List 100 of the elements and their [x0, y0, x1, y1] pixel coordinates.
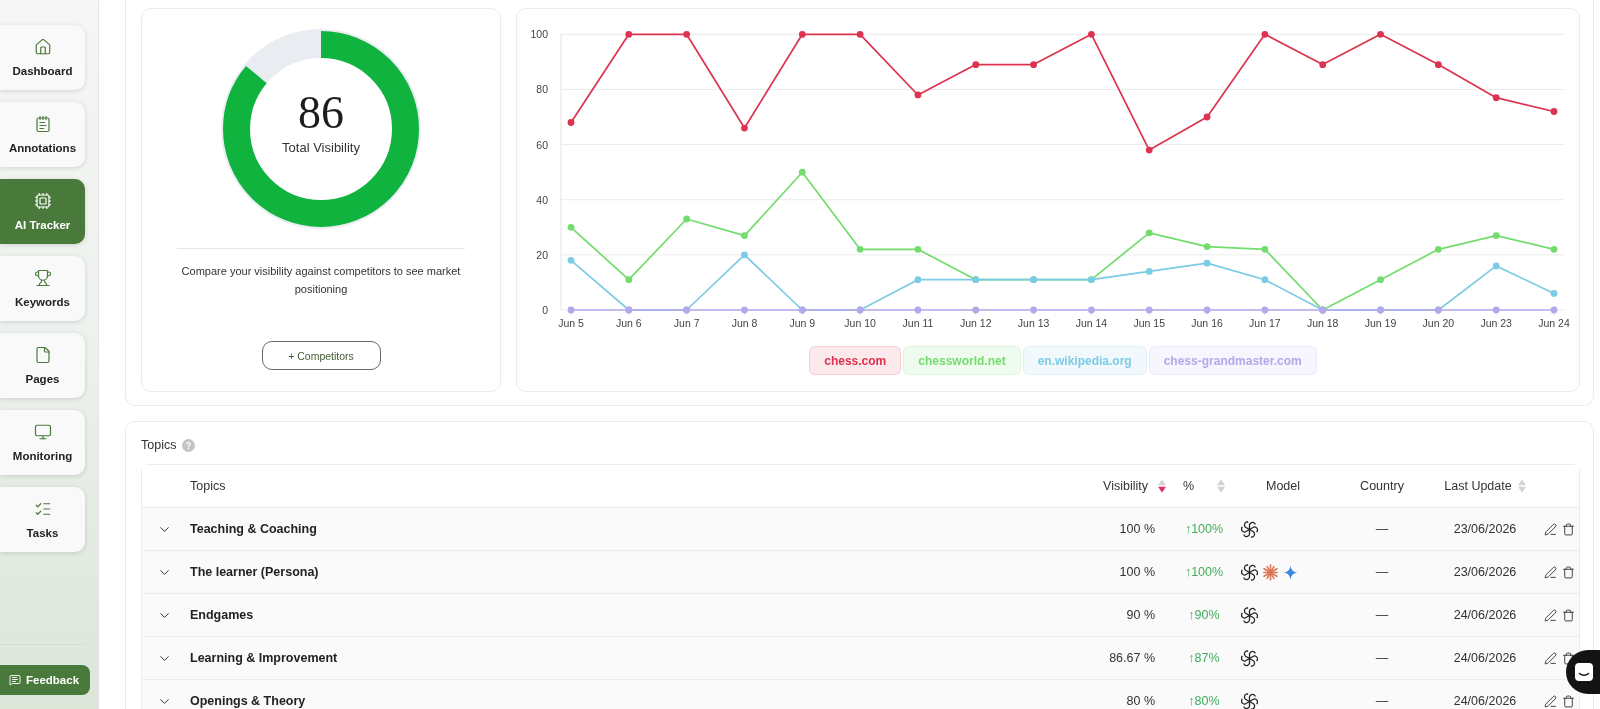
x-axis-label: Jun 23: [1480, 317, 1512, 329]
trash-icon[interactable]: [1562, 608, 1575, 622]
data-point: [798, 30, 806, 38]
edit-icon[interactable]: [1544, 522, 1557, 536]
data-point: [1550, 290, 1558, 297]
nav-item[interactable]: Tasks: [0, 487, 85, 552]
x-axis-label: Jun 5: [558, 317, 584, 329]
data-point: [1550, 306, 1558, 314]
column-header[interactable]: Last Update: [1435, 465, 1535, 507]
table-cell-text: —: [1374, 651, 1390, 665]
data-point: [741, 232, 748, 239]
x-axis-label: Jun 11: [902, 317, 934, 329]
data-point: [1088, 30, 1095, 38]
topic-name: Teaching & Coaching: [189, 522, 318, 536]
visibility-score: 86: [298, 89, 344, 136]
x-axis-label: Jun 18: [1306, 317, 1339, 329]
data-point: [741, 251, 748, 259]
x-axis-label: Jun 16: [1191, 317, 1223, 329]
x-axis-label: Jun 19: [1364, 317, 1397, 329]
x-axis-label: Jun 24: [1538, 317, 1570, 329]
data-point: [683, 30, 691, 38]
data-point: [1088, 306, 1095, 314]
trash-icon[interactable]: [1562, 694, 1575, 708]
sparkle-icon: [1283, 564, 1298, 580]
x-axis-label: Jun 7: [673, 317, 700, 329]
data-point: [1261, 306, 1269, 314]
data-point: [972, 306, 980, 314]
trophy-icon: [33, 269, 52, 287]
x-axis-label: Jun 10: [844, 317, 876, 329]
data-point: [856, 30, 864, 38]
data-point: [1434, 245, 1442, 253]
x-axis-label: Jun 15: [1133, 317, 1165, 329]
x-axis-label: Jun 14: [1075, 317, 1108, 329]
card-description: Compare your visibility against competitors to see market positioning: [180, 264, 462, 297]
add-competitors-button[interactable]: + Competitors: [261, 341, 381, 370]
monitor-icon: [33, 423, 52, 441]
feedback-button[interactable]: Feedback: [0, 665, 90, 695]
y-axis-label: 0: [542, 304, 548, 316]
edit-icon[interactable]: [1544, 694, 1557, 708]
table-cell-text: —: [1374, 694, 1390, 708]
nav-item[interactable]: AI Tracker: [0, 179, 85, 244]
edit-icon[interactable]: [1544, 565, 1557, 579]
data-point: [567, 223, 575, 231]
change-value: ↑87%: [1187, 651, 1221, 665]
table-cell-text: —: [1374, 565, 1390, 579]
checklist-icon: [33, 500, 52, 518]
data-point: [683, 215, 691, 223]
y-axis-label: 80: [536, 83, 548, 96]
data-point: [1319, 61, 1327, 69]
file-icon: [33, 346, 52, 364]
data-point: [1261, 30, 1269, 38]
data-point: [1377, 276, 1384, 284]
table-cell-text: —: [1374, 608, 1390, 622]
legend-item[interactable]: chess.com: [809, 346, 902, 375]
data-point: [856, 245, 864, 253]
trash-icon[interactable]: [1562, 651, 1575, 665]
nav-item[interactable]: Dashboard: [0, 25, 85, 90]
data-point: [1261, 245, 1269, 253]
swirl-icon: [1241, 692, 1258, 709]
swirl-icon: [1241, 563, 1258, 581]
chip-icon: [33, 192, 52, 210]
data-point: [567, 306, 575, 314]
column-header[interactable]: %: [1171, 465, 1237, 507]
change-value: ↑100%: [1183, 565, 1225, 579]
panel-title: Topics: [141, 438, 177, 452]
table-cell-text: 80 %: [1125, 694, 1156, 708]
data-point: [1492, 306, 1500, 314]
swirl-icon: [1241, 520, 1258, 538]
table-cell-text: —: [1374, 522, 1390, 536]
table-cell-text: 24/06/2026: [1452, 651, 1518, 665]
swirl-icon: [1241, 649, 1258, 667]
data-point: [1434, 61, 1442, 69]
x-axis-label: Jun 6: [616, 317, 642, 329]
data-point: [914, 306, 922, 314]
trash-icon[interactable]: [1562, 565, 1575, 579]
column-header[interactable]: Visibility: [1074, 465, 1171, 507]
table-cell-text: 24/06/2026: [1452, 608, 1518, 622]
data-point: [1145, 268, 1153, 275]
data-point: [1203, 243, 1211, 250]
edit-icon[interactable]: [1544, 608, 1557, 622]
nav-item[interactable]: Keywords: [0, 256, 85, 321]
data-point: [1550, 245, 1558, 253]
data-point: [1203, 306, 1211, 314]
data-point: [914, 91, 922, 99]
message-icon: [9, 674, 21, 686]
data-point: [914, 276, 922, 284]
y-axis-label: 60: [536, 138, 548, 151]
edit-icon[interactable]: [1544, 651, 1557, 665]
data-point: [1261, 276, 1269, 284]
column-header: Model: [1264, 479, 1301, 493]
topic-name: Openings & Theory: [189, 694, 307, 708]
data-point: [1203, 259, 1211, 267]
x-axis-label: Jun 9: [789, 317, 816, 329]
nav-item[interactable]: Annotations: [0, 102, 85, 167]
trash-icon[interactable]: [1562, 522, 1575, 536]
nav-item[interactable]: Pages: [0, 333, 85, 398]
nav-item[interactable]: Monitoring: [0, 410, 85, 475]
data-point: [798, 168, 806, 176]
y-axis-label: 40: [536, 193, 548, 206]
topic-name: Learning & Improvement: [189, 651, 339, 665]
